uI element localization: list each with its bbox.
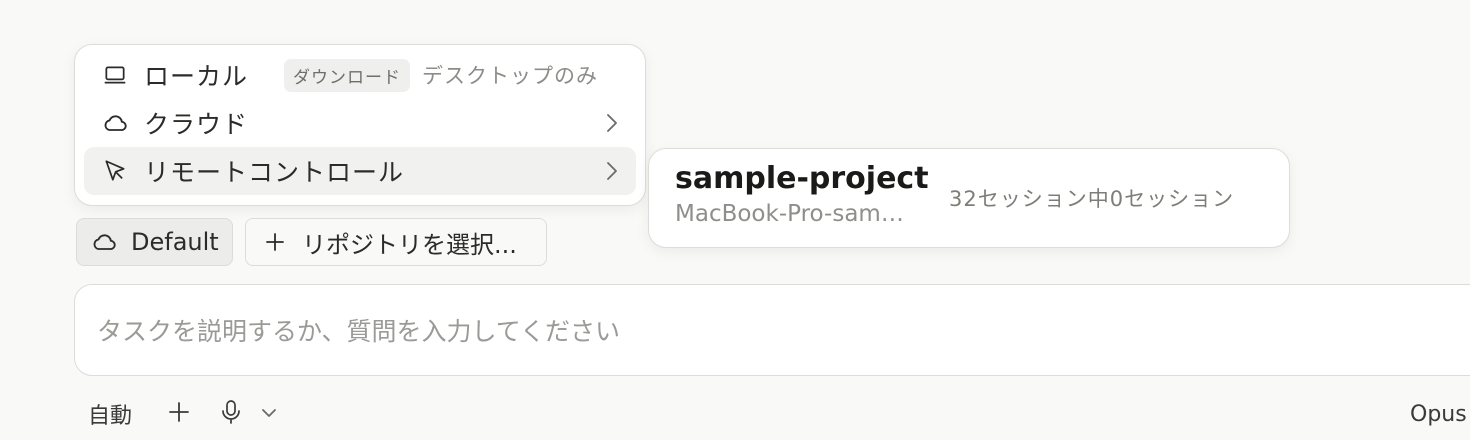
- select-repo-button[interactable]: リポジトリを選択...: [245, 218, 547, 266]
- prompt-placeholder: タスクを説明するか、質問を入力してください: [97, 317, 621, 346]
- environment-label: Default: [131, 228, 219, 256]
- menu-item-label: ローカル: [144, 62, 249, 91]
- host-name: MacBook-Pro-sam…: [675, 201, 904, 227]
- voice-options-dropdown[interactable]: [258, 396, 280, 432]
- plus-icon: [260, 227, 290, 257]
- menu-item-local[interactable]: ローカル ダウンロード デスクトップのみ: [84, 51, 636, 99]
- mode-selector[interactable]: 自動: [88, 396, 132, 432]
- environment-menu: ローカル ダウンロード デスクトップのみ クラウド リモートコントロール: [74, 44, 646, 206]
- laptop-icon: [100, 60, 130, 90]
- chevron-right-icon: [600, 112, 622, 134]
- remote-session-submenu[interactable]: sample-project MacBook-Pro-sam… 32セッション中…: [648, 148, 1290, 248]
- select-repo-label: リポジトリを選択...: [302, 230, 517, 259]
- download-badge: ダウンロード: [284, 58, 411, 92]
- prompt-input[interactable]: タスクを説明するか、質問を入力してください: [74, 284, 1470, 376]
- menu-item-label: リモートコントロール: [144, 158, 405, 187]
- environment-chip[interactable]: Default: [76, 218, 233, 266]
- session-count: 32セッション中0セッション: [949, 187, 1235, 211]
- cursor-icon: [100, 156, 130, 186]
- plus-icon: [168, 401, 190, 427]
- model-selector[interactable]: Opus: [1410, 396, 1467, 432]
- menu-item-label: クラウド: [144, 110, 249, 139]
- microphone-icon: [219, 399, 243, 429]
- chevron-down-icon: [260, 405, 278, 424]
- project-name: sample-project: [675, 161, 929, 196]
- desktop-only-note: デスクトップのみ: [422, 64, 599, 88]
- chevron-right-icon: [600, 160, 622, 182]
- menu-item-remote-control[interactable]: リモートコントロール: [84, 147, 636, 195]
- menu-item-cloud[interactable]: クラウド: [84, 99, 636, 147]
- app-root: ローカル ダウンロード デスクトップのみ クラウド リモートコントロール sam…: [0, 0, 1470, 440]
- voice-input-button[interactable]: [216, 396, 246, 432]
- cloud-icon: [100, 108, 130, 138]
- cloud-icon: [89, 227, 119, 257]
- add-attachment-button[interactable]: [164, 396, 194, 432]
